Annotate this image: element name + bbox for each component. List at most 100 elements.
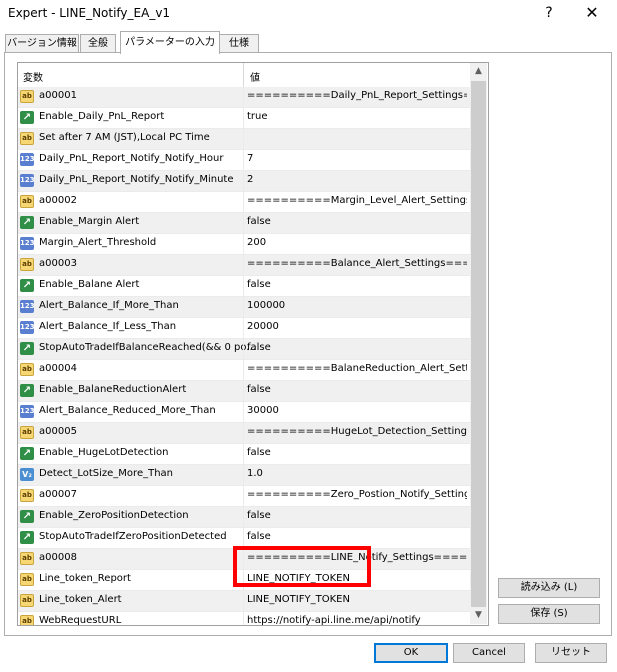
parameter-value[interactable]: false xyxy=(247,447,467,458)
parameter-value[interactable]: false xyxy=(247,342,467,353)
cancel-button[interactable]: Cancel xyxy=(453,643,525,663)
parameter-row[interactable]: ↗ Enable_Daily_PnL_Report true xyxy=(18,108,470,129)
parameter-value[interactable]: 200 xyxy=(247,237,467,248)
cell-divider xyxy=(243,402,244,423)
parameter-row[interactable]: 123 Alert_Balance_If_Less_Than 20000 xyxy=(18,318,470,339)
parameter-value[interactable]: ==========Daily_PnL_Report_Settings=====… xyxy=(247,90,467,101)
double-param-icon: V₂ xyxy=(20,468,34,481)
string-param-icon: ab xyxy=(20,195,34,208)
parameter-value[interactable]: 100000 xyxy=(247,300,467,311)
parameter-value[interactable]: ==========Zero_Postion_Notify_Settings==… xyxy=(247,489,467,500)
parameter-value[interactable]: false xyxy=(247,384,467,395)
parameter-name: Daily_PnL_Report_Notify_Notify_Minute xyxy=(39,174,234,185)
scroll-thumb[interactable] xyxy=(471,81,486,607)
parameter-value[interactable]: true xyxy=(247,111,467,122)
parameter-name: Enable_ZeroPositionDetection xyxy=(39,510,189,521)
parameter-row[interactable]: ab a00002 ==========Margin_Level_Alert_Set… xyxy=(18,192,470,213)
int-param-icon: 123 xyxy=(20,153,35,166)
parameter-row[interactable]: ab WebRequestURL https://notify-api.line.m… xyxy=(18,612,470,625)
scroll-up-icon[interactable]: ▲ xyxy=(470,63,487,80)
bool-param-icon: ↗ xyxy=(20,279,34,292)
parameter-row[interactable]: 123 Alert_Balance_If_More_Than 100000 xyxy=(18,297,470,318)
cell-divider xyxy=(243,507,244,528)
parameter-value[interactable]: ==========Balance_Alert_Settings========… xyxy=(247,258,467,269)
parameter-value[interactable]: 1.0 xyxy=(247,468,467,479)
parameter-row[interactable]: ↗ Enable_Balane Alert false xyxy=(18,276,470,297)
cell-divider xyxy=(243,234,244,255)
tab-specification[interactable]: 仕様 xyxy=(219,34,259,53)
parameter-row[interactable]: ↗ Enable_ZeroPositionDetection false xyxy=(18,507,470,528)
parameter-name: a00001 xyxy=(39,90,77,101)
scroll-down-icon[interactable]: ▼ xyxy=(470,607,487,624)
reset-button[interactable]: リセット xyxy=(535,643,607,663)
parameter-value[interactable]: LINE_NOTIFY_TOKEN xyxy=(247,594,467,605)
parameter-grid: 変数 値 ab a00001 ==========Daily_PnL_Report_… xyxy=(17,62,489,626)
parameter-row[interactable]: ab a00003 ==========Balance_Alert_Settings… xyxy=(18,255,470,276)
parameter-row[interactable]: ab a00004 ==========BalaneReduction_Alert_… xyxy=(18,360,470,381)
parameter-value[interactable]: false xyxy=(247,510,467,521)
string-param-icon: ab xyxy=(20,132,34,145)
value-column-header[interactable]: 値 xyxy=(250,69,260,84)
bool-param-icon: ↗ xyxy=(20,384,34,397)
parameter-row[interactable]: 123 Daily_PnL_Report_Notify_Notify_Hour 7 xyxy=(18,150,470,171)
tab-parameters[interactable]: パラメーターの入力 xyxy=(120,31,220,54)
parameter-name: a00007 xyxy=(39,489,77,500)
int-param-icon: 123 xyxy=(20,321,35,334)
help-button[interactable]: ? xyxy=(534,2,564,24)
parameter-value[interactable]: 7 xyxy=(247,153,467,164)
parameter-value[interactable]: false xyxy=(247,216,467,227)
tab-strip: バージョン情報 全般 パラメーターの入力 仕様 xyxy=(0,30,617,54)
cell-divider xyxy=(243,171,244,192)
tab-version-info[interactable]: バージョン情報 xyxy=(5,34,79,53)
parameter-value[interactable]: false xyxy=(247,531,467,542)
cell-divider xyxy=(243,591,244,612)
parameter-name: a00004 xyxy=(39,363,77,374)
cell-divider xyxy=(243,465,244,486)
parameter-row[interactable]: 123 Margin_Alert_Threshold 200 xyxy=(18,234,470,255)
parameter-row[interactable]: 123 Alert_Balance_Reduced_More_Than 30000 xyxy=(18,402,470,423)
variable-column-header[interactable]: 変数 xyxy=(23,69,43,84)
parameter-name: Margin_Alert_Threshold xyxy=(39,237,157,248)
parameter-row[interactable]: 123 Daily_PnL_Report_Notify_Notify_Minute… xyxy=(18,171,470,192)
parameter-row[interactable]: ↗ StopAutoTradeIfBalanceReached(&& 0 po..… xyxy=(18,339,470,360)
cell-divider xyxy=(243,129,244,150)
parameter-value[interactable]: 2 xyxy=(247,174,467,185)
parameter-row[interactable]: ab a00001 ==========Daily_PnL_Report_Setti… xyxy=(18,87,470,108)
parameter-name: Line_token_Alert xyxy=(39,594,122,605)
bool-param-icon: ↗ xyxy=(20,342,34,355)
parameter-value[interactable]: ==========BalaneReduction_Alert_Settings… xyxy=(247,363,467,374)
parameter-row[interactable]: V₂ Detect_LotSize_More_Than 1.0 xyxy=(18,465,470,486)
ok-button[interactable]: OK xyxy=(374,643,448,663)
cell-divider xyxy=(243,486,244,507)
parameter-row[interactable]: ab Line_token_Alert LINE_NOTIFY_TOKEN xyxy=(18,591,470,612)
parameter-row[interactable]: ↗ Enable_Margin Alert false xyxy=(18,213,470,234)
cell-divider xyxy=(243,108,244,129)
string-param-icon: ab xyxy=(20,90,34,103)
load-button[interactable]: 読み込み (L) xyxy=(498,578,600,598)
cell-divider xyxy=(243,297,244,318)
tab-general[interactable]: 全般 xyxy=(80,34,116,53)
parameter-row[interactable]: ab Set after 7 AM (JST),Local PC Time xyxy=(18,129,470,150)
parameter-row[interactable]: ↗ Enable_HugeLotDetection false xyxy=(18,444,470,465)
parameter-row[interactable]: ab a00007 ==========Zero_Postion_Notify_Se… xyxy=(18,486,470,507)
save-button[interactable]: 保存 (S) xyxy=(498,604,600,624)
parameter-row[interactable]: ab a00005 ==========HugeLot_Detection_Sett… xyxy=(18,423,470,444)
string-param-icon: ab xyxy=(20,615,34,625)
parameter-value[interactable]: 30000 xyxy=(247,405,467,416)
close-button[interactable]: ✕ xyxy=(577,2,607,24)
bool-param-icon: ↗ xyxy=(20,111,34,124)
parameter-name: Alert_Balance_If_Less_Than xyxy=(39,321,177,332)
parameter-row[interactable]: ↗ Enable_BalaneReductionAlert false xyxy=(18,381,470,402)
parameter-value[interactable]: ==========Margin_Level_Alert_Settings===… xyxy=(247,195,467,206)
parameter-value[interactable]: false xyxy=(247,279,467,290)
cell-divider xyxy=(243,612,244,625)
vertical-scrollbar[interactable]: ▲ ▼ xyxy=(470,63,487,624)
parameter-value[interactable]: https://notify-api.line.me/api/notify xyxy=(247,615,467,625)
parameter-name: Enable_Daily_PnL_Report xyxy=(39,111,165,122)
parameter-value[interactable]: ==========HugeLot_Detection_Settings====… xyxy=(247,426,467,437)
bool-param-icon: ↗ xyxy=(20,216,34,229)
parameter-value[interactable]: 20000 xyxy=(247,321,467,332)
cell-divider xyxy=(243,318,244,339)
column-divider[interactable] xyxy=(243,63,244,87)
cell-divider xyxy=(243,339,244,360)
